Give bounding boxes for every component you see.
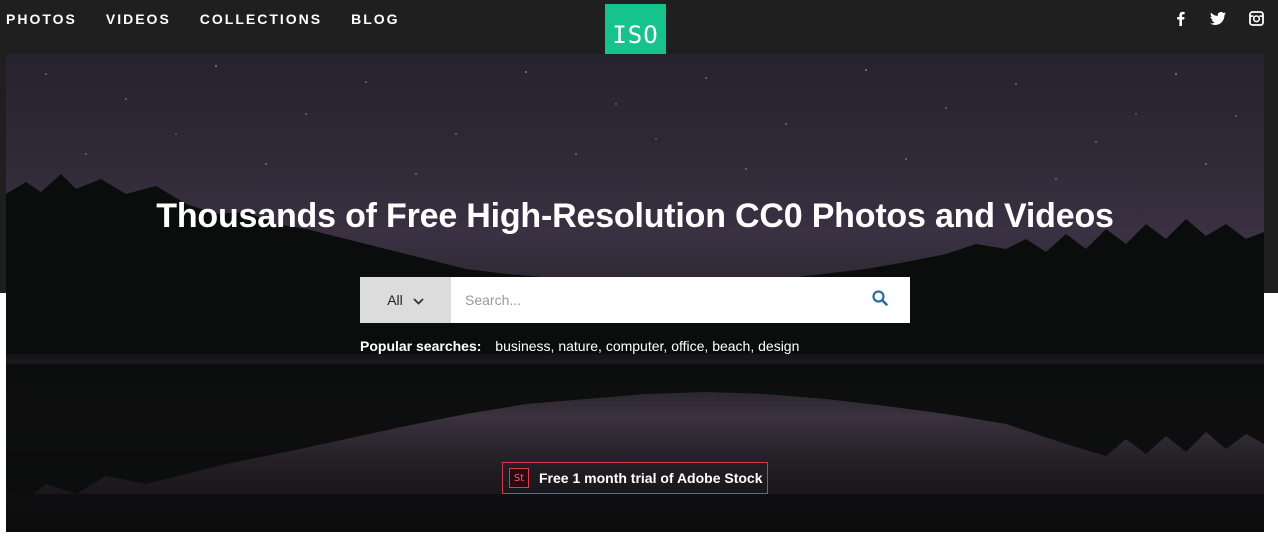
popular-term-beach[interactable]: beach bbox=[712, 338, 750, 354]
twitter-icon[interactable] bbox=[1210, 10, 1226, 26]
search-category-label: All bbox=[387, 292, 403, 308]
nav-videos[interactable]: VIDEOS bbox=[106, 11, 171, 27]
search-input[interactable] bbox=[451, 277, 850, 323]
popular-searches: Popular searches: business, nature, comp… bbox=[360, 338, 800, 354]
popular-term-business[interactable]: business bbox=[495, 338, 550, 354]
search-button[interactable] bbox=[850, 277, 910, 323]
popular-term-nature[interactable]: nature bbox=[558, 338, 598, 354]
search-category-dropdown[interactable]: All bbox=[360, 277, 451, 323]
chevron-down-icon bbox=[413, 292, 424, 308]
popular-searches-label: Popular searches: bbox=[360, 338, 482, 354]
social-links bbox=[1172, 10, 1264, 26]
hero-banner: Thousands of Free High-Resolution CC0 Ph… bbox=[6, 54, 1264, 532]
nav-photos[interactable]: PHOTOS bbox=[6, 11, 77, 27]
adobe-stock-promo-text: Free 1 month trial of Adobe Stock bbox=[539, 470, 763, 486]
popular-term-design[interactable]: design bbox=[758, 338, 799, 354]
popular-term-computer[interactable]: computer bbox=[606, 338, 664, 354]
hero-headline: Thousands of Free High-Resolution CC0 Ph… bbox=[156, 197, 1114, 235]
nav-collections[interactable]: COLLECTIONS bbox=[200, 11, 322, 27]
search-icon bbox=[872, 289, 888, 311]
instagram-icon[interactable] bbox=[1248, 10, 1264, 26]
adobe-stock-logo: St bbox=[509, 468, 529, 488]
main-nav: PHOTOS VIDEOS COLLECTIONS BLOG bbox=[6, 11, 429, 27]
popular-term-office[interactable]: office bbox=[671, 338, 704, 354]
facebook-icon[interactable] bbox=[1172, 10, 1188, 26]
nav-blog[interactable]: BLOG bbox=[351, 11, 399, 27]
search-bar: All bbox=[360, 277, 910, 323]
adobe-stock-promo-button[interactable]: St Free 1 month trial of Adobe Stock bbox=[502, 462, 768, 494]
